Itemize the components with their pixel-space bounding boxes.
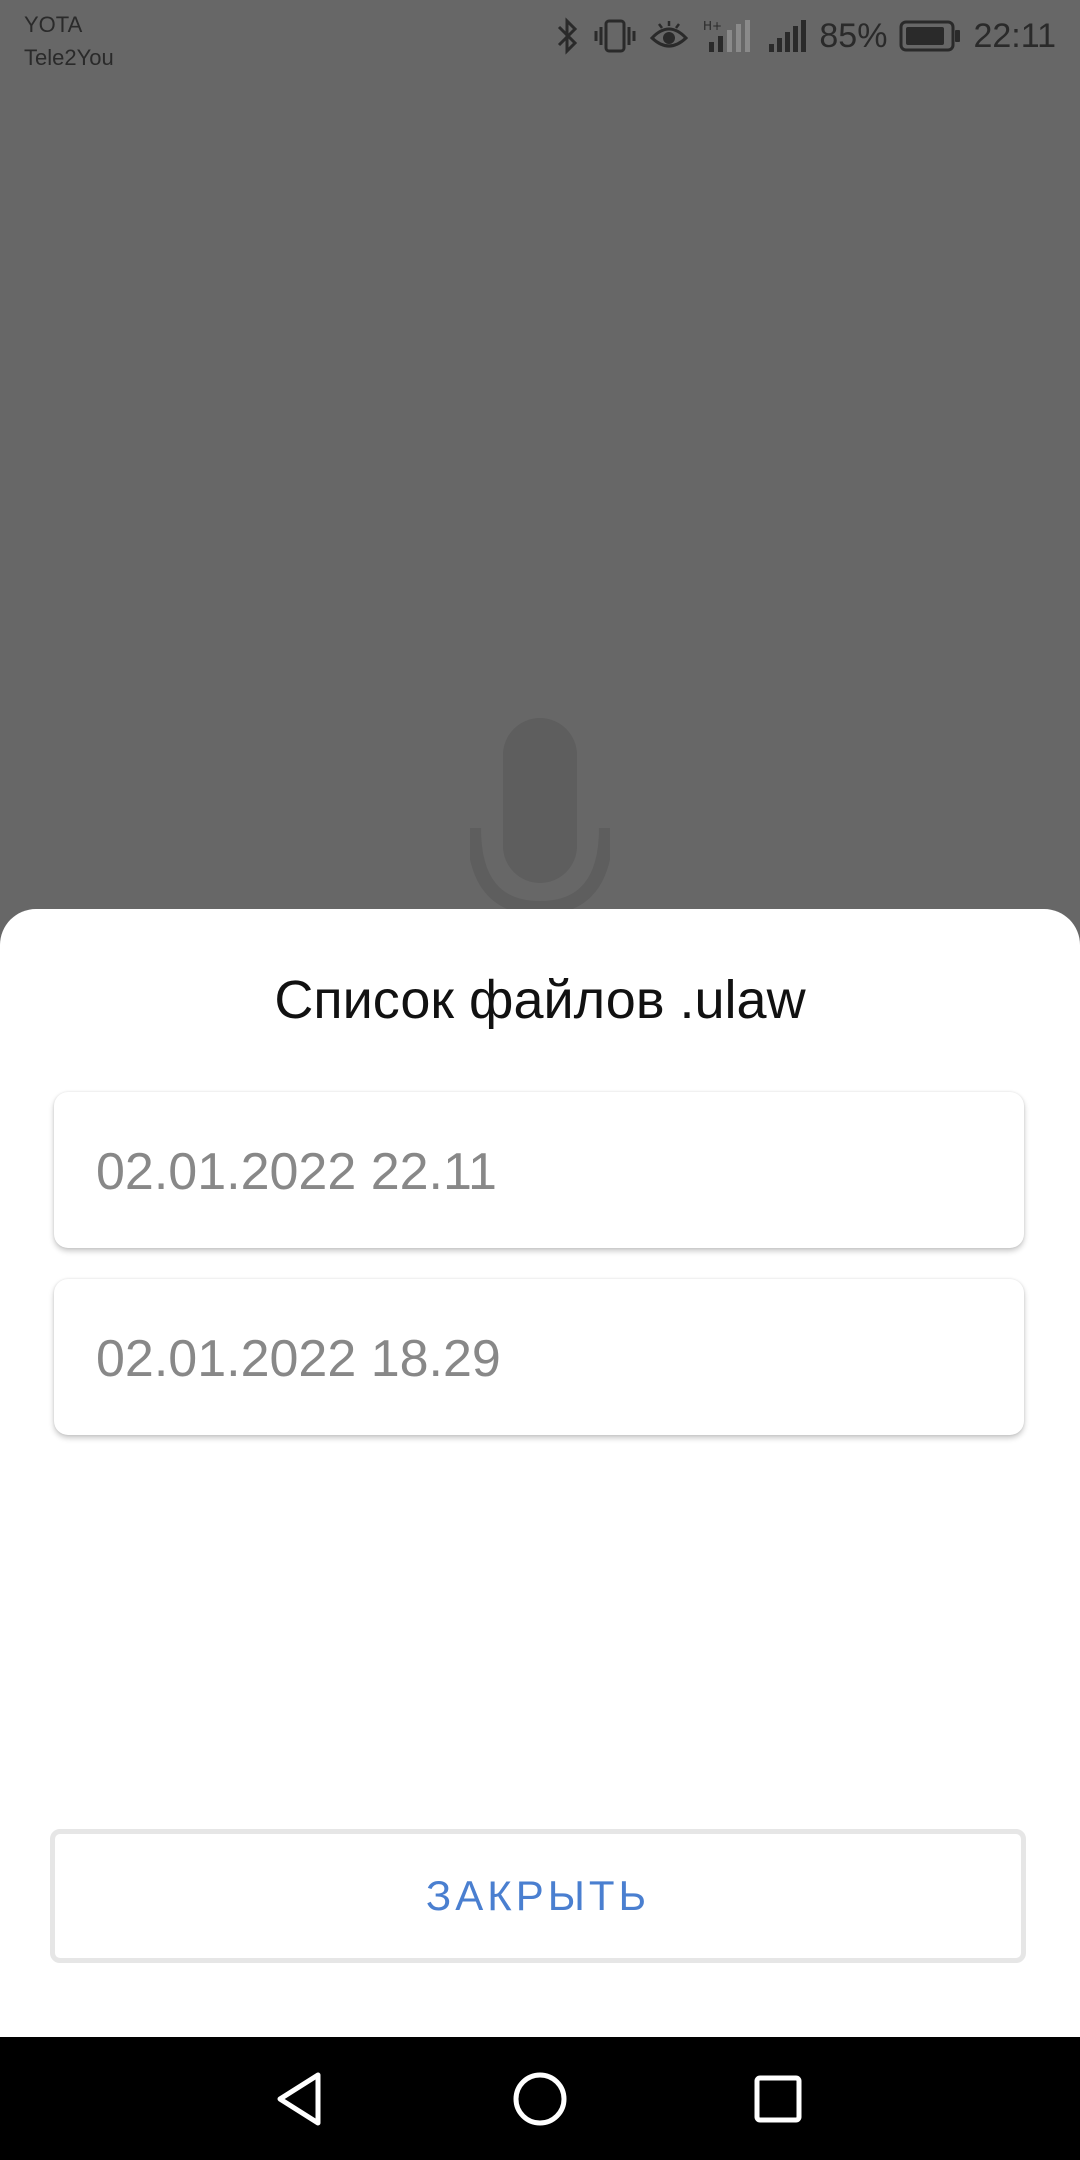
file-list-dialog: Список файлов .ulaw 02.01.2022 22.11 02.… — [0, 909, 1080, 2037]
bluetooth-icon — [555, 16, 581, 56]
carrier-info: YOTA Tele2You — [24, 8, 114, 74]
carrier-1: YOTA — [24, 12, 83, 37]
recents-icon[interactable] — [740, 2061, 816, 2137]
close-button-label: ЗАКРЫТЬ — [425, 1872, 651, 1919]
screen: YOTA Tele2You H+ 85% 22:11 Список файлов… — [0, 0, 1080, 2160]
vibrate-icon — [593, 16, 637, 56]
microphone-icon — [467, 718, 613, 918]
svg-text:H+: H+ — [703, 19, 722, 33]
h-plus-signal-icon: H+ — [701, 16, 755, 56]
carrier-2: Tele2You — [24, 45, 114, 70]
close-button[interactable]: ЗАКРЫТЬ — [50, 1829, 1026, 1963]
clock: 22:11 — [973, 16, 1056, 55]
dialog-title: Список файлов .ulaw — [274, 970, 806, 1030]
file-item-label: 02.01.2022 18.29 — [96, 1330, 501, 1388]
back-icon[interactable] — [264, 2061, 340, 2137]
battery-icon — [899, 19, 961, 53]
signal-icon — [767, 16, 807, 56]
eye-icon — [649, 16, 689, 56]
home-icon[interactable] — [502, 2061, 578, 2137]
status-icons: H+ 85% 22:11 — [555, 12, 1056, 60]
battery-percent: 85% — [819, 16, 888, 55]
file-item-label: 02.01.2022 22.11 — [96, 1143, 497, 1201]
file-list-item[interactable]: 02.01.2022 18.29 — [54, 1279, 1024, 1435]
status-bar: YOTA Tele2You H+ 85% 22:11 — [0, 0, 1080, 75]
file-list-item[interactable]: 02.01.2022 22.11 — [54, 1092, 1024, 1248]
navigation-bar — [0, 2037, 1080, 2160]
